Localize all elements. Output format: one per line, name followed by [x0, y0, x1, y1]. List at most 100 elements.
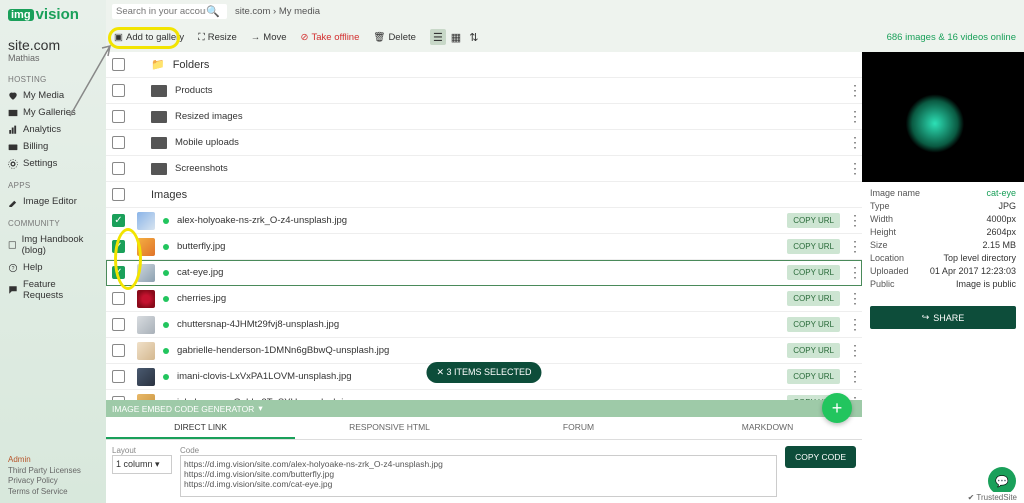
- folder-row[interactable]: Screenshots ⋮: [106, 156, 862, 182]
- embed-tabs: DIRECT LINK RESPONSIVE HTML FORUM MARKDO…: [106, 417, 862, 440]
- folder-icon: [151, 85, 167, 97]
- view-toggle[interactable]: ☰ ▦ ⇅: [430, 29, 482, 45]
- add-to-gallery-button[interactable]: ▣ Add to gallery: [114, 32, 184, 43]
- checkbox[interactable]: [112, 84, 125, 97]
- image-row[interactable]: chuttersnap-4JHMt29fvj8-unsplash.jpg COP…: [106, 312, 862, 338]
- image-row[interactable]: ✓ alex-holyoake-ns-zrk_O-z4-unsplash.jpg…: [106, 208, 862, 234]
- tab-direct-link[interactable]: DIRECT LINK: [106, 417, 295, 439]
- folder-row[interactable]: Resized images ⋮: [106, 104, 862, 130]
- more-icon[interactable]: ⋮: [848, 342, 856, 359]
- status-dot: [163, 244, 169, 250]
- image-thumbnail[interactable]: [137, 316, 155, 334]
- more-icon[interactable]: ⋮: [848, 212, 856, 229]
- image-thumbnail[interactable]: [137, 290, 155, 308]
- resize-button[interactable]: ⛶Resize: [198, 32, 237, 43]
- image-row[interactable]: ✓ butterfly.jpg COPY URL ⋮: [106, 234, 862, 260]
- more-icon[interactable]: ⋮: [848, 134, 856, 151]
- checkbox[interactable]: ✓: [112, 266, 125, 279]
- selection-chip[interactable]: ✕ 3 ITEMS SELECTED: [426, 362, 541, 383]
- search-input-wrap[interactable]: 🔍: [112, 4, 227, 19]
- checkbox[interactable]: [112, 318, 125, 331]
- checkbox[interactable]: [112, 110, 125, 123]
- details-panel: Image name cat-eye Type JPG Width 4000px…: [862, 52, 1024, 503]
- sidebar-item-billing[interactable]: Billing: [8, 141, 98, 152]
- checkbox[interactable]: [112, 370, 125, 383]
- take-offline-button[interactable]: ⊘Take offline: [301, 32, 360, 43]
- grid-view-icon[interactable]: ▦: [448, 29, 464, 45]
- search-icon[interactable]: 🔍: [206, 5, 220, 18]
- tab-forum[interactable]: FORUM: [484, 417, 673, 439]
- more-icon[interactable]: ⋮: [848, 316, 856, 333]
- share-button[interactable]: ↪ SHARE: [870, 306, 1016, 329]
- copy-url-button[interactable]: COPY URL: [787, 265, 840, 280]
- checkbox[interactable]: ✓: [112, 240, 125, 253]
- copy-url-button[interactable]: COPY URL: [787, 239, 840, 254]
- meta-key: Height: [870, 227, 896, 237]
- embed-code-box[interactable]: https://d.img.vision/site.com/alex-holyo…: [180, 455, 777, 497]
- meta-value: 01 Apr 2017 12:23:03: [930, 266, 1016, 276]
- folder-row[interactable]: Products ⋮: [106, 78, 862, 104]
- trusted-badge[interactable]: ✔ TrustedSite: [965, 492, 1020, 503]
- sidebar-item-analytics[interactable]: Analytics: [8, 124, 98, 135]
- image-preview[interactable]: [862, 52, 1024, 182]
- code-label: Code: [180, 446, 777, 455]
- sort-icon[interactable]: ⇅: [466, 29, 482, 45]
- sidebar-item-my-media[interactable]: My Media: [8, 90, 98, 101]
- folder-row[interactable]: Mobile uploads ⋮: [106, 130, 862, 156]
- search-input[interactable]: [116, 6, 206, 17]
- checkbox[interactable]: [112, 292, 125, 305]
- copy-url-button[interactable]: COPY URL: [787, 291, 840, 306]
- copy-url-button[interactable]: COPY URL: [787, 369, 840, 384]
- sidebar-item-settings[interactable]: Settings: [8, 158, 98, 169]
- embed-generator-bar[interactable]: IMAGE EMBED CODE GENERATOR ▾: [106, 400, 862, 417]
- copy-url-button[interactable]: COPY URL: [787, 213, 840, 228]
- media-list[interactable]: 📁 Folders Products ⋮ Resized images ⋮ Mo…: [106, 52, 862, 400]
- more-icon[interactable]: ⋮: [848, 160, 856, 177]
- image-thumbnail[interactable]: [137, 212, 155, 230]
- sidebar-item-handbook[interactable]: Img Handbook (blog): [8, 234, 98, 256]
- folder-name: Mobile uploads: [175, 137, 840, 148]
- breadcrumb[interactable]: site.com › My media: [235, 6, 320, 17]
- add-fab[interactable]: +: [822, 393, 852, 423]
- checkbox[interactable]: [112, 188, 125, 201]
- more-icon[interactable]: ⋮: [848, 264, 856, 281]
- layout-select[interactable]: 1 column ▾: [112, 455, 172, 474]
- resize-icon: ⛶: [198, 32, 205, 43]
- checkbox[interactable]: [112, 344, 125, 357]
- copy-url-button[interactable]: COPY URL: [787, 317, 840, 332]
- meta-value: cat-eye: [986, 188, 1016, 198]
- meta-value: JPG: [998, 201, 1016, 211]
- move-button[interactable]: →Move: [251, 32, 287, 43]
- image-row[interactable]: cherries.jpg COPY URL ⋮: [106, 286, 862, 312]
- meta-key: Public: [870, 279, 895, 289]
- more-icon[interactable]: ⋮: [848, 238, 856, 255]
- sidebar-item-feature-requests[interactable]: Feature Requests: [8, 279, 98, 301]
- image-row[interactable]: jakob-owens-O_bhy3TnSYU-unsplash.jpg COP…: [106, 390, 862, 400]
- checkbox[interactable]: [112, 136, 125, 149]
- meta-key: Location: [870, 253, 904, 263]
- tab-responsive-html[interactable]: RESPONSIVE HTML: [295, 417, 484, 439]
- list-view-icon[interactable]: ☰: [430, 29, 446, 45]
- image-thumbnail[interactable]: [137, 368, 155, 386]
- checkbox[interactable]: ✓: [112, 214, 125, 227]
- image-thumbnail[interactable]: [137, 264, 155, 282]
- sidebar-item-help[interactable]: ?Help: [8, 262, 98, 273]
- checkbox[interactable]: [112, 162, 125, 175]
- more-icon[interactable]: ⋮: [848, 82, 856, 99]
- image-thumbnail[interactable]: [137, 342, 155, 360]
- more-icon[interactable]: ⋮: [848, 368, 856, 385]
- chat-icon: 💬: [995, 475, 1009, 488]
- checkbox[interactable]: [112, 58, 125, 71]
- more-icon[interactable]: ⋮: [848, 290, 856, 307]
- copy-code-button[interactable]: COPY CODE: [785, 446, 856, 468]
- logo[interactable]: imgvision: [8, 6, 98, 23]
- image-row[interactable]: ✓ cat-eye.jpg COPY URL ⋮: [106, 260, 862, 286]
- chat-fab[interactable]: 💬: [988, 467, 1016, 495]
- more-icon[interactable]: ⋮: [848, 108, 856, 125]
- sidebar-item-image-editor[interactable]: Image Editor: [8, 196, 98, 207]
- sidebar-item-my-galleries[interactable]: My Galleries: [8, 107, 98, 118]
- image-thumbnail[interactable]: [137, 238, 155, 256]
- copy-url-button[interactable]: COPY URL: [787, 343, 840, 358]
- image-row[interactable]: gabrielle-henderson-1DMNn6gBbwQ-unsplash…: [106, 338, 862, 364]
- delete-button[interactable]: 🗑Delete: [373, 32, 416, 43]
